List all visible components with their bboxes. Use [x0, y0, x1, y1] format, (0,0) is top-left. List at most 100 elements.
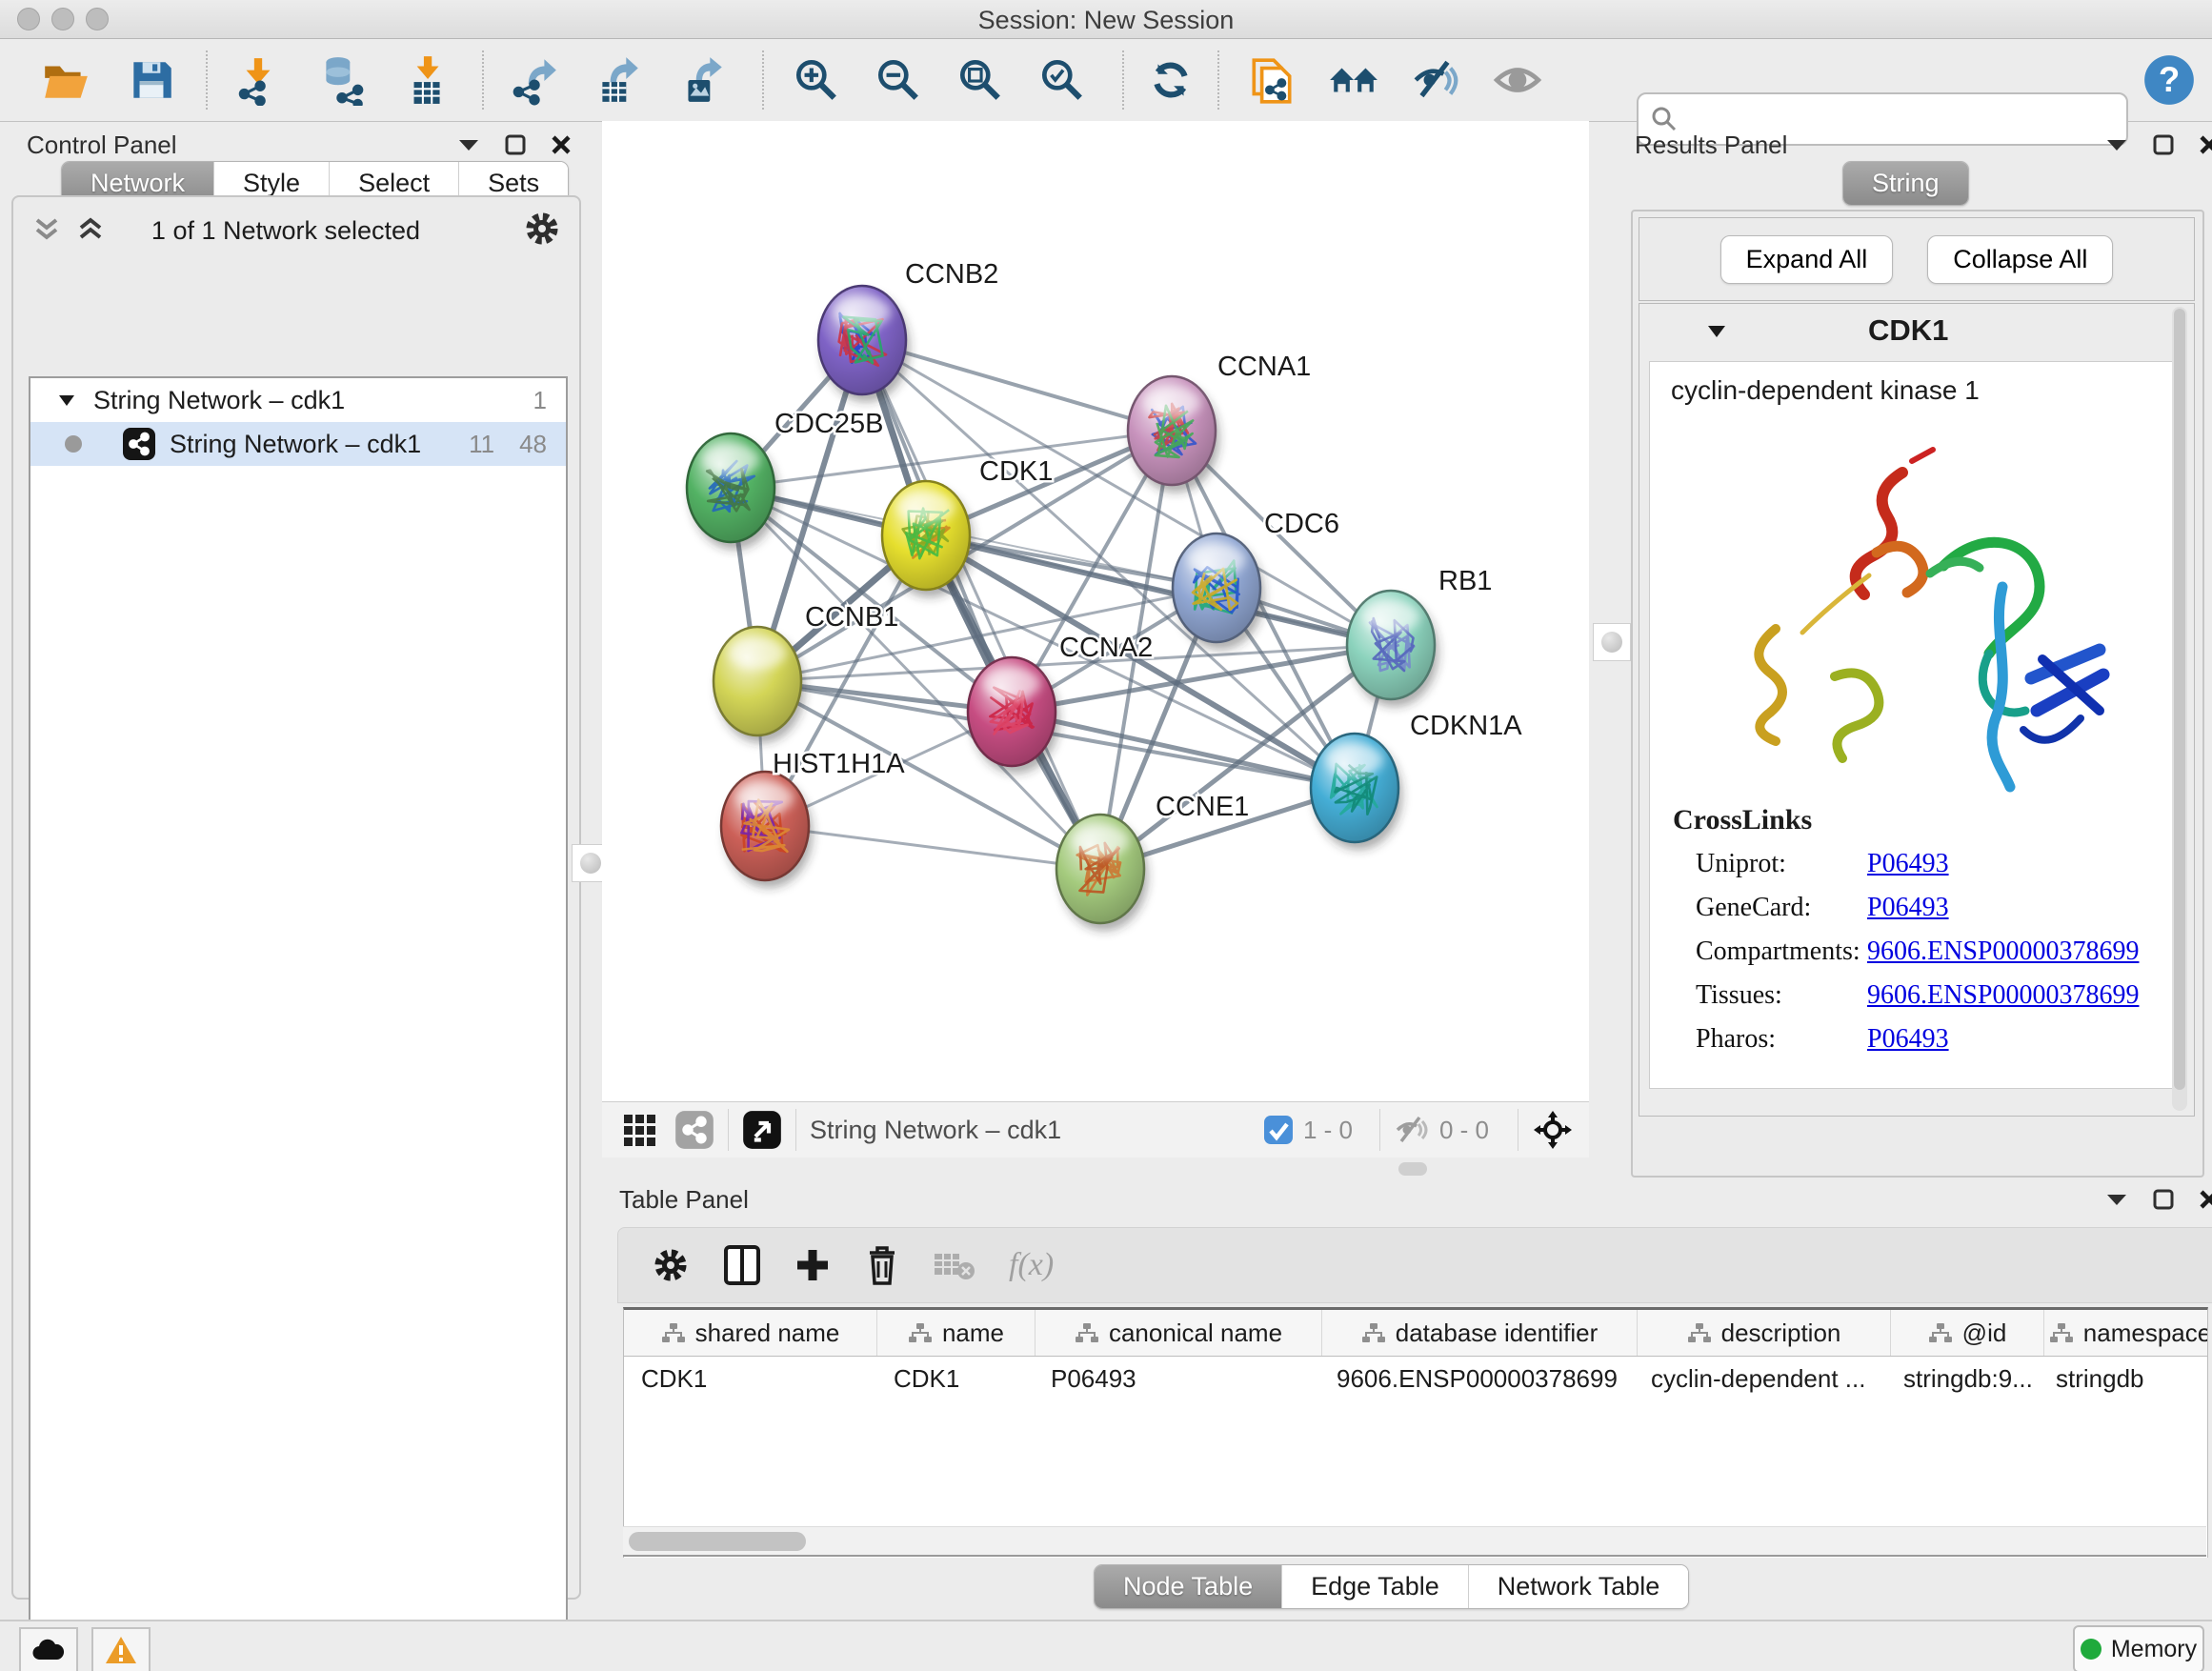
crosslink-link[interactable]: P06493 — [1867, 849, 1949, 879]
save-session-icon[interactable] — [124, 52, 179, 108]
network-collection-row[interactable]: String Network – cdk1 1 — [30, 378, 566, 422]
cell-canonical-name[interactable]: P06493 — [1034, 1364, 1319, 1394]
hide-selected-icon[interactable] — [1408, 52, 1463, 108]
panel-float-icon[interactable] — [2153, 1189, 2174, 1210]
panel-menu-icon[interactable] — [2105, 1192, 2128, 1207]
cell-shared-name[interactable]: CDK1 — [624, 1364, 876, 1394]
panel-close-icon[interactable] — [2199, 134, 2212, 155]
cloud-status-button[interactable] — [19, 1627, 78, 1671]
results-scrollbar[interactable] — [2172, 307, 2187, 1111]
hidden-eye-icon[interactable] — [1394, 1114, 1430, 1146]
node-label-CCNB1: CCNB1 — [805, 602, 898, 633]
cell-name[interactable]: CDK1 — [876, 1364, 1034, 1394]
help-icon[interactable]: ? — [2142, 52, 2197, 108]
panel-menu-icon[interactable] — [2105, 137, 2128, 152]
delete-column-icon[interactable] — [864, 1243, 900, 1287]
add-column-icon[interactable] — [794, 1246, 832, 1284]
tab-edge-table[interactable]: Edge Table — [1281, 1565, 1468, 1608]
open-session-icon[interactable] — [38, 52, 93, 108]
crosslink-link[interactable]: P06493 — [1867, 1024, 1949, 1055]
zoom-in-icon[interactable] — [789, 52, 844, 108]
import-network-from-database-icon[interactable] — [314, 52, 370, 108]
table-horizontal-scrollbar[interactable] — [623, 1526, 2206, 1556]
zoom-fit-icon[interactable] — [953, 52, 1008, 108]
column-header-canonical-name[interactable]: canonical name — [1036, 1310, 1322, 1356]
zoom-selected-icon[interactable] — [1035, 52, 1090, 108]
network-node-CDC6[interactable] — [1173, 534, 1264, 650]
network-edge-CCNE1-HIST1H1A[interactable] — [765, 826, 1100, 869]
network-node-CDK1[interactable] — [882, 481, 974, 597]
panel-menu-icon[interactable] — [457, 137, 480, 152]
panel-float-icon[interactable] — [505, 134, 526, 155]
column-header-shared-name[interactable]: shared name — [624, 1310, 877, 1356]
tab-string[interactable]: String — [1843, 162, 1968, 205]
status-bar: Memory — [0, 1620, 2212, 1671]
duplicate-network-icon[interactable] — [1244, 52, 1299, 108]
refresh-icon[interactable] — [1143, 52, 1198, 108]
import-table-from-file-icon[interactable] — [398, 52, 453, 108]
network-node-CCNE1[interactable] — [1056, 815, 1148, 931]
crosslink-link[interactable]: 9606.ENSP00000378699 — [1867, 936, 2139, 967]
cell-database-identifier[interactable]: 9606.ENSP00000378699 — [1319, 1364, 1634, 1394]
zoom-out-icon[interactable] — [871, 52, 926, 108]
cell-description[interactable]: cyclin-dependent ... — [1634, 1364, 1886, 1394]
warning-status-button[interactable] — [91, 1627, 151, 1671]
column-header-description[interactable]: description — [1638, 1310, 1891, 1356]
column-header-namespace[interactable]: namespace — [2044, 1310, 2208, 1356]
expand-all-button[interactable]: Expand All — [1720, 235, 1894, 284]
cell--id[interactable]: stringdb:9... — [1886, 1364, 2039, 1394]
collection-label: String Network – cdk1 — [93, 386, 345, 415]
export-network-icon[interactable] — [507, 52, 562, 108]
network-node-CCNB2[interactable] — [818, 286, 910, 402]
first-neighbors-icon[interactable] — [1326, 52, 1381, 108]
column-header-database-identifier[interactable]: database identifier — [1322, 1310, 1638, 1356]
table-row[interactable]: CDK1CDK1P064939606.ENSP00000378699cyclin… — [624, 1357, 2207, 1400]
export-table-icon[interactable] — [591, 52, 646, 108]
node-label-CDK1: CDK1 — [979, 456, 1053, 487]
birds-eye-view-icon[interactable] — [621, 1111, 659, 1149]
settings-gear-icon[interactable] — [651, 1245, 691, 1285]
import-network-from-file-icon[interactable] — [231, 52, 286, 108]
crosslink-row: GeneCard:P06493 — [1696, 886, 2183, 930]
cell-namespace[interactable]: stringdb — [2039, 1364, 2208, 1394]
network-canvas[interactable]: CCNB2CCNA1CDC25BCDK1CDC6RB1CCNB1CCNA2CDK… — [602, 121, 1589, 1101]
panel-float-icon[interactable] — [2153, 134, 2174, 155]
warning-icon — [105, 1635, 137, 1665]
memory-button[interactable]: Memory — [2073, 1625, 2204, 1671]
edge-count: 48 — [519, 430, 547, 459]
network-row-selected[interactable]: String Network – cdk1 11 48 — [30, 422, 566, 466]
export-image-icon[interactable] — [674, 52, 730, 108]
disclosure-triangle-icon[interactable] — [57, 393, 76, 408]
bottom-splitter-handle[interactable] — [1398, 1162, 1427, 1176]
column-header-name[interactable]: name — [877, 1310, 1036, 1356]
share-network-icon[interactable] — [674, 1110, 714, 1150]
tab-node-table[interactable]: Node Table — [1095, 1565, 1281, 1608]
crosslink-link[interactable]: 9606.ENSP00000378699 — [1867, 980, 2139, 1011]
toolbar-separator — [206, 50, 208, 110]
collapse-all-button[interactable]: Collapse All — [1927, 235, 2113, 284]
results-scrollbar-thumb[interactable] — [2174, 309, 2185, 1090]
network-node-RB1[interactable] — [1347, 591, 1438, 707]
show-columns-icon[interactable] — [723, 1244, 761, 1286]
network-node-CCNA1[interactable] — [1128, 376, 1219, 493]
panel-close-icon[interactable] — [551, 134, 572, 155]
expand-all-icon[interactable] — [76, 214, 105, 245]
network-node-CDKN1A[interactable] — [1311, 734, 1402, 850]
disclosure-triangle-icon[interactable] — [1706, 323, 1727, 339]
network-node-CCNA2[interactable] — [968, 657, 1059, 774]
show-all-icon[interactable] — [1490, 52, 1545, 108]
network-node-CCNB1[interactable] — [714, 627, 805, 743]
gene-section-header[interactable]: CDK1 — [1639, 304, 2194, 357]
scrollbar-thumb[interactable] — [629, 1532, 806, 1551]
column-header--id[interactable]: @id — [1891, 1310, 2044, 1356]
network-node-HIST1H1A[interactable] — [721, 772, 813, 888]
panel-close-icon[interactable] — [2199, 1189, 2212, 1210]
open-in-window-icon[interactable] — [742, 1110, 782, 1150]
network-options-gear-icon[interactable] — [522, 209, 562, 249]
network-edge-CCNA2-CDKN1A[interactable] — [1012, 712, 1355, 788]
tab-network-table[interactable]: Network Table — [1468, 1565, 1689, 1608]
crosshair-icon[interactable] — [1532, 1109, 1574, 1151]
crosslink-link[interactable]: P06493 — [1867, 893, 1949, 923]
selected-checkbox-icon[interactable] — [1263, 1115, 1294, 1145]
collapse-all-icon[interactable] — [32, 214, 61, 245]
